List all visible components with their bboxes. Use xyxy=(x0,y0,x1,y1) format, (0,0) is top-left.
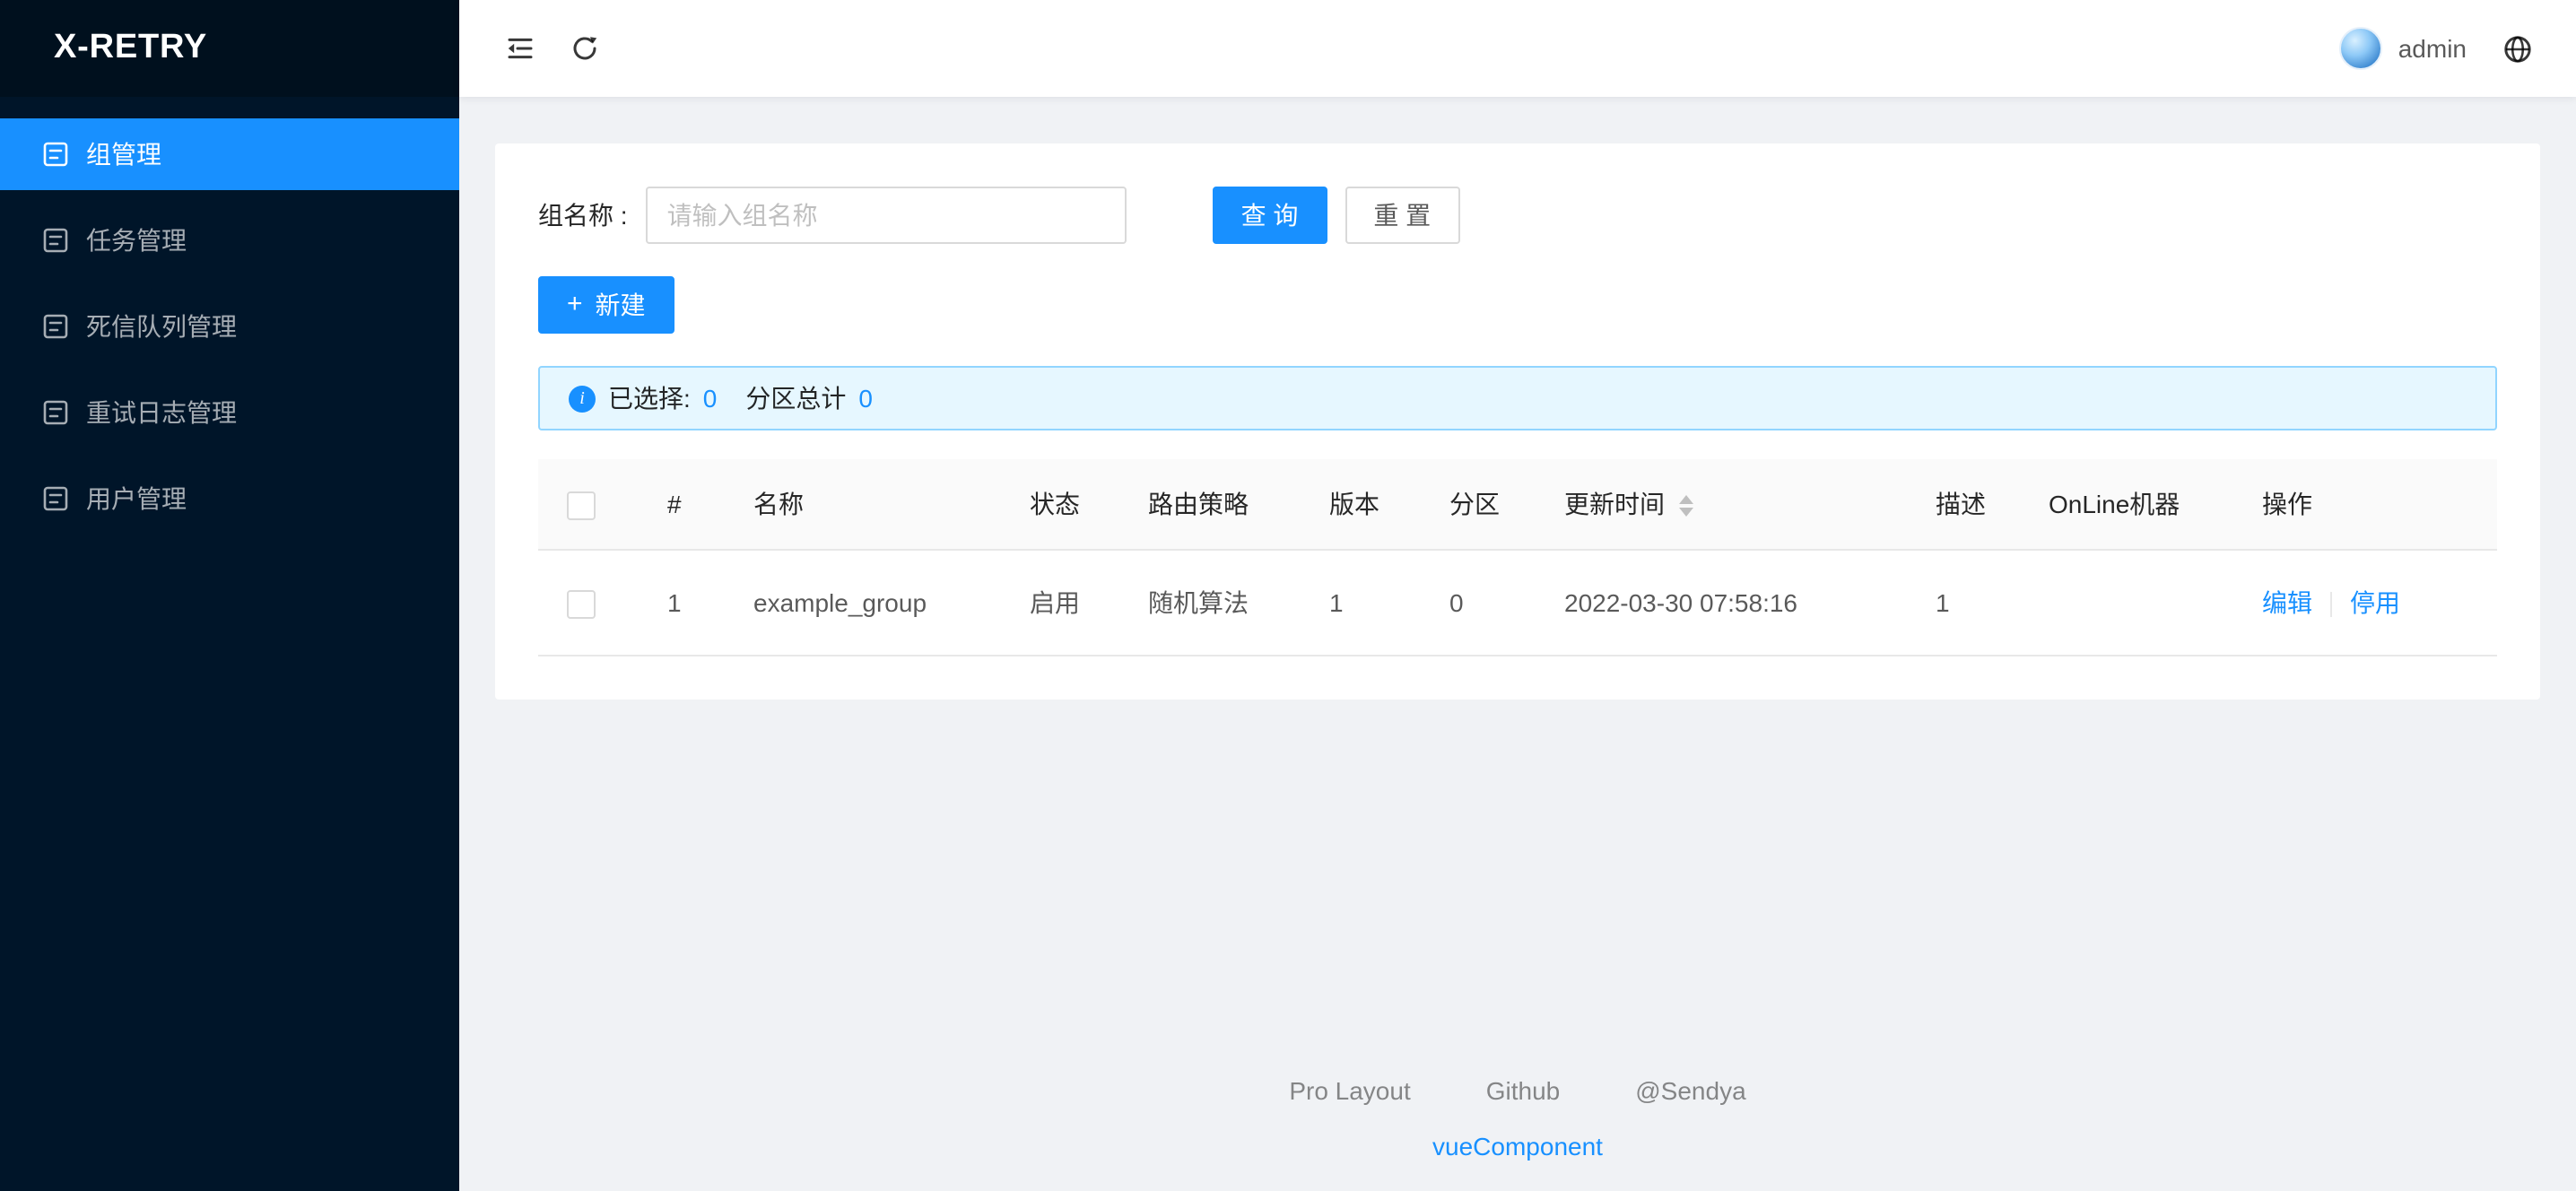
page-footer: Pro Layout Github @Sendya vueComponent xyxy=(495,1076,2540,1189)
column-header-partition: 分区 xyxy=(1421,459,1536,550)
profile-icon xyxy=(43,400,68,425)
selected-label: 已选择: xyxy=(608,380,691,416)
caret-down-icon xyxy=(1679,509,1693,517)
query-button[interactable]: 查 询 xyxy=(1213,187,1327,244)
column-header-update-time: 更新时间 xyxy=(1536,459,1907,550)
disable-link[interactable]: 停用 xyxy=(2350,588,2400,617)
cell-route-strategy: 随机算法 xyxy=(1119,550,1301,656)
footer-links: Pro Layout Github @Sendya xyxy=(495,1076,2540,1105)
table-toolbar: + 新建 xyxy=(538,276,2497,334)
sidebar-item-label: 任务管理 xyxy=(86,222,187,258)
sidebar-item-label: 组管理 xyxy=(86,136,161,172)
avatar xyxy=(2339,27,2382,70)
column-header-actions: 操作 xyxy=(2233,459,2497,550)
sidebar: X-RETRY 组管理 任务管理 死信队列管理 xyxy=(0,0,459,1191)
profile-icon xyxy=(43,486,68,511)
username: admin xyxy=(2398,34,2467,63)
cell-actions: 编辑 停用 xyxy=(2233,550,2497,656)
footer-copyright[interactable]: vueComponent xyxy=(1432,1132,1603,1161)
sidebar-item-label: 死信队列管理 xyxy=(86,309,237,344)
top-header: admin xyxy=(459,0,2576,97)
column-header-index: # xyxy=(639,459,725,550)
content-area: 组名称 : 查 询 重 置 + 新建 i 已选择: 0 分区总计 0 xyxy=(459,97,2576,1191)
table-row: 1 example_group 启用 随机算法 1 0 2022-03-30 0… xyxy=(538,550,2497,656)
sidebar-item-retry-log-management[interactable]: 重试日志管理 xyxy=(0,377,459,448)
search-form: 组名称 : 查 询 重 置 xyxy=(538,187,2497,244)
language-globe-icon[interactable] xyxy=(2485,0,2551,97)
cell-version: 1 xyxy=(1301,550,1421,656)
sidebar-menu: 组管理 任务管理 死信队列管理 重试日志管理 xyxy=(0,97,459,549)
cell-select xyxy=(538,550,639,656)
table-header-row: # 名称 状态 路由策略 版本 分区 更新时间 描述 OnLine机器 操作 xyxy=(538,459,2497,550)
cell-description: 1 xyxy=(1907,550,2020,656)
cell-partition: 0 xyxy=(1421,550,1536,656)
partition-total-label: 分区总计 xyxy=(745,380,846,416)
sort-caret-icon[interactable] xyxy=(1679,496,1693,517)
profile-icon xyxy=(43,314,68,339)
app-title: X-RETRY xyxy=(54,29,207,68)
sidebar-item-dead-letter-queue-management[interactable]: 死信队列管理 xyxy=(0,291,459,362)
selection-alert: i 已选择: 0 分区总计 0 xyxy=(538,366,2497,430)
footer-link-prolayout[interactable]: Pro Layout xyxy=(1289,1076,1410,1105)
sidebar-item-label: 用户管理 xyxy=(86,481,187,517)
column-header-description: 描述 xyxy=(1907,459,2020,550)
sidebar-item-task-management[interactable]: 任务管理 xyxy=(0,204,459,276)
app-logo: X-RETRY xyxy=(0,0,459,97)
info-icon: i xyxy=(569,385,596,412)
profile-icon xyxy=(43,228,68,253)
caret-up-icon xyxy=(1679,496,1693,505)
groups-table: # 名称 状态 路由策略 版本 分区 更新时间 描述 OnLine机器 操作 xyxy=(538,459,2497,656)
footer-copyright-row: vueComponent xyxy=(495,1132,2540,1161)
edit-link[interactable]: 编辑 xyxy=(2262,588,2312,617)
footer-link-sendya[interactable]: @Sendya xyxy=(1635,1076,1745,1105)
reload-icon[interactable] xyxy=(553,0,617,97)
group-name-label: 组名称 : xyxy=(538,197,628,233)
sidebar-item-group-management[interactable]: 组管理 xyxy=(0,118,459,190)
menu-fold-icon[interactable] xyxy=(488,0,553,97)
new-button-label: 新建 xyxy=(596,287,646,323)
column-header-name: 名称 xyxy=(725,459,1001,550)
user-menu[interactable]: admin xyxy=(2321,0,2485,97)
new-button[interactable]: + 新建 xyxy=(538,276,674,334)
row-checkbox[interactable] xyxy=(567,589,596,618)
column-header-status: 状态 xyxy=(1001,459,1119,550)
sidebar-item-label: 重试日志管理 xyxy=(86,395,237,430)
cell-online-machines xyxy=(2020,550,2233,656)
cell-index: 1 xyxy=(639,550,725,656)
profile-icon xyxy=(43,142,68,167)
reset-button[interactable]: 重 置 xyxy=(1345,187,1459,244)
cell-status: 启用 xyxy=(1001,550,1119,656)
plus-icon: + xyxy=(567,290,583,317)
group-management-card: 组名称 : 查 询 重 置 + 新建 i 已选择: 0 分区总计 0 xyxy=(495,143,2540,700)
cell-update-time: 2022-03-30 07:58:16 xyxy=(1536,550,1907,656)
sidebar-item-user-management[interactable]: 用户管理 xyxy=(0,463,459,535)
selected-count: 0 xyxy=(703,384,718,413)
footer-link-github[interactable]: Github xyxy=(1486,1076,1561,1105)
app-window: X-RETRY 组管理 任务管理 死信队列管理 xyxy=(0,0,2576,1191)
group-name-input[interactable] xyxy=(646,187,1127,244)
action-divider xyxy=(2330,593,2332,618)
column-header-route-strategy: 路由策略 xyxy=(1119,459,1301,550)
cell-name: example_group xyxy=(725,550,1001,656)
select-all-checkbox[interactable] xyxy=(567,491,596,519)
column-header-version: 版本 xyxy=(1301,459,1421,550)
main-area: admin 组名称 : 查 询 重 置 + 新建 xyxy=(459,0,2576,1191)
column-header-select xyxy=(538,459,639,550)
column-header-online-machines: OnLine机器 xyxy=(2020,459,2233,550)
update-time-label: 更新时间 xyxy=(1564,490,1665,518)
partition-total-count: 0 xyxy=(858,384,873,413)
